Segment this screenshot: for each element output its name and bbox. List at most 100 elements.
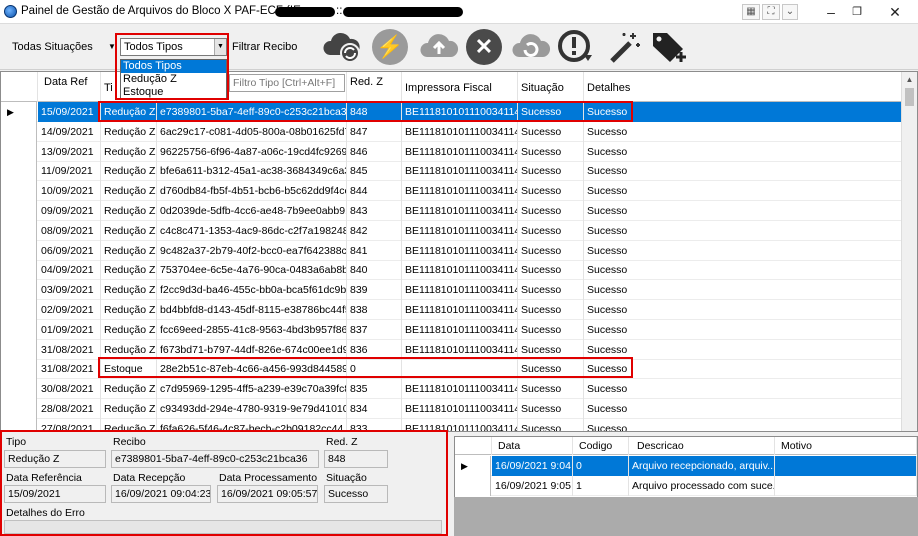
cell-detalhes[interactable]: Sucesso (584, 201, 904, 221)
col-header-detalhes[interactable]: Detalhes (584, 72, 904, 102)
cell-redz[interactable]: 839 (347, 280, 402, 301)
cell-situacao[interactable]: Sucesso (518, 201, 584, 221)
col-header-situacao[interactable]: Situação (518, 72, 584, 102)
table-row[interactable]: 08/09/2021 Redução Zc4c8c471-1353-4ac9-86… (1, 220, 904, 241)
log-cell-codigo[interactable]: 1 (573, 476, 629, 496)
col-header-impressora[interactable]: Impressora Fiscal (402, 72, 518, 102)
cell-detalhes[interactable]: Sucesso (584, 181, 904, 202)
table-row[interactable]: 31/08/2021 Estoque 28e2b51c-87eb-4c66-a456… (1, 359, 904, 380)
cell-redz[interactable]: 835 (347, 379, 402, 400)
cell-recibo[interactable]: f6fa626-5f46-4c87-becb-c2b09182cc44 (157, 418, 347, 431)
cell-situacao[interactable]: Sucesso (518, 418, 584, 431)
cell-data[interactable]: 28/08/2021 (38, 399, 101, 419)
cell-data[interactable]: 01/09/2021 (38, 319, 101, 340)
cell-detalhes[interactable]: Sucesso (584, 399, 904, 419)
cell-data[interactable]: 15/09/2021 (38, 102, 101, 122)
cell-detalhes[interactable]: Sucesso (584, 339, 904, 360)
dropdown-option-reducao-z[interactable]: Redução Z (121, 73, 226, 86)
cell-situacao[interactable]: Sucesso (518, 339, 584, 360)
cell-data[interactable]: 02/09/2021 (38, 300, 101, 320)
cell-detalhes[interactable]: Sucesso (584, 102, 904, 122)
cell-redz[interactable]: 846 (347, 141, 402, 162)
row-header[interactable] (1, 280, 37, 301)
log-col-header-data[interactable]: Data (492, 437, 573, 455)
dropdown-option-estoque[interactable]: Estoque (121, 86, 226, 99)
cell-impressora[interactable]: BE111810101110034114 (402, 339, 518, 360)
cell-redz[interactable]: 845 (347, 161, 402, 182)
col-header-data-ref[interactable]: Data Ref (38, 72, 101, 102)
row-header[interactable] (1, 240, 37, 261)
cell-data[interactable]: 04/09/2021 (38, 260, 101, 281)
cell-situacao[interactable]: Sucesso (518, 359, 584, 380)
cell-situacao[interactable]: Sucesso (518, 319, 584, 340)
cell-redz[interactable]: 847 (347, 121, 402, 142)
cell-data[interactable]: 10/09/2021 (38, 181, 101, 202)
cell-redz[interactable]: 842 (347, 220, 402, 241)
situacao-filter[interactable]: Todas Situações (12, 41, 93, 53)
cell-tipo[interactable]: Redução Z (101, 121, 157, 142)
scroll-thumb[interactable] (905, 88, 914, 106)
cell-detalhes[interactable]: Sucesso (584, 300, 904, 320)
cell-recibo[interactable]: 9c482a37-2b79-40f2-bcc0-ea7f642388c3 (157, 240, 347, 261)
chevron-down-icon[interactable]: ▼ (108, 42, 116, 51)
cell-redz[interactable]: 848 (347, 102, 402, 122)
table-row[interactable]: 27/08/2021 Redução Zf6fa626-5f46-4c87-bec… (1, 418, 904, 431)
cell-detalhes[interactable]: Sucesso (584, 220, 904, 241)
log-row[interactable]: 16/09/2021 9:05 1 Arquivo processado com s… (455, 476, 917, 496)
log-row[interactable]: ▶ 16/09/2021 9:04 0 Arquivo recepcionado, a… (455, 456, 917, 476)
row-header[interactable] (1, 339, 37, 360)
table-row[interactable]: 10/09/2021 Redução Zd760db84-fb5f-4b51-bc… (1, 181, 904, 202)
table-row[interactable]: 06/09/2021 Redução Z 9c482a37-2b79-40f2-bc… (1, 240, 904, 261)
cell-situacao[interactable]: Sucesso (518, 280, 584, 301)
row-header[interactable] (1, 319, 37, 340)
cell-tipo[interactable]: Redução Z (101, 161, 157, 182)
row-header[interactable] (1, 181, 37, 202)
cell-data[interactable]: 27/08/2021 (38, 418, 101, 431)
log-col-header-descricao[interactable]: Descricao (629, 437, 775, 455)
cell-data[interactable]: 31/08/2021 (38, 359, 101, 380)
cell-recibo[interactable]: bd4bbfd8-d143-45df-8115-e38786bc44f5 (157, 300, 347, 320)
cell-tipo[interactable]: Redução Z (101, 379, 157, 400)
row-header[interactable] (1, 418, 37, 431)
row-header[interactable]: ▶ (1, 102, 37, 122)
refresh-button[interactable] (510, 29, 551, 65)
table-row[interactable]: 28/08/2021 Redução Zc93493dd-294e-4780-93… (1, 399, 904, 419)
cell-impressora[interactable]: BE111810101110034114 (402, 399, 518, 419)
cell-redz[interactable]: 834 (347, 399, 402, 419)
log-cell-motivo[interactable] (775, 476, 917, 496)
chevron-down-icon[interactable]: ▼ (214, 39, 226, 55)
cell-impressora[interactable]: BE111810101110034114 (402, 260, 518, 281)
cell-detalhes[interactable]: Sucesso (584, 280, 904, 301)
cell-data[interactable]: 14/09/2021 (38, 121, 101, 142)
log-cell-data[interactable]: 16/09/2021 9:05 (492, 476, 573, 496)
cell-tipo[interactable]: Estoque (101, 359, 157, 380)
cell-impressora[interactable]: BE111810101110034114 (402, 280, 518, 301)
detail-situacao-field[interactable]: Sucesso (324, 485, 388, 503)
cell-recibo[interactable]: f673bd71-b797-44df-826e-674c00ee1d92 (157, 339, 347, 360)
close-button[interactable]: ✕ (872, 0, 918, 24)
cell-situacao[interactable]: Sucesso (518, 399, 584, 419)
cell-redz[interactable]: 838 (347, 300, 402, 320)
dropdown-option-todos-tipos[interactable]: Todos Tipos (121, 60, 226, 73)
cell-recibo[interactable]: e7389801-5ba7-4eff-89c0-c253c21bca36 (157, 102, 347, 122)
cell-recibo[interactable]: d760db84-fb5f-4b51-bcb6-b5c62dd9f4cc (157, 181, 347, 202)
cell-detalhes[interactable]: Sucesso (584, 379, 904, 400)
cell-impressora[interactable]: BE111810101110034114 (402, 300, 518, 320)
row-header[interactable] (1, 201, 37, 221)
cell-data[interactable]: 06/09/2021 (38, 240, 101, 261)
table-row[interactable]: 14/09/2021 Redução Z 6ac29c17-c081-4d05-80… (1, 121, 904, 142)
cell-data[interactable]: 11/09/2021 (38, 161, 101, 182)
log-row-header[interactable]: ▶ (455, 456, 491, 476)
cell-tipo[interactable]: Redução Z (101, 181, 157, 202)
cell-data[interactable]: 30/08/2021 (38, 379, 101, 400)
cell-impressora[interactable]: BE111810101110034114 (402, 201, 518, 221)
cell-tipo[interactable]: Redução Z (101, 220, 157, 241)
cell-tipo[interactable]: Redução Z (101, 240, 157, 261)
cell-tipo[interactable]: Redução Z (101, 319, 157, 340)
log-cell-descricao[interactable]: Arquivo recepcionado, arquiv... (629, 456, 775, 476)
cell-impressora[interactable] (402, 359, 518, 380)
cancel-button[interactable]: ✕ (466, 29, 502, 65)
cell-situacao[interactable]: Sucesso (518, 379, 584, 400)
cell-detalhes[interactable]: Sucesso (584, 319, 904, 340)
cell-tipo[interactable]: Redução Z (101, 102, 157, 122)
